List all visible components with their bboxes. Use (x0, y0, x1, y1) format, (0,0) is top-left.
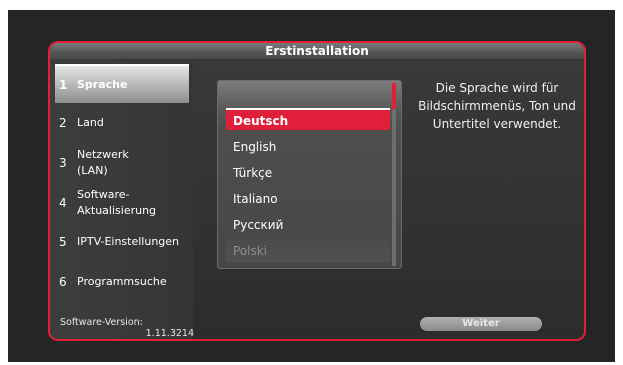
step-label: IPTV-Einstellungen (77, 235, 180, 248)
software-version: Software-Version: 1.11.3214 (60, 317, 198, 339)
step-land[interactable]: 2 Land (55, 113, 189, 133)
step-label: Programmsuche (77, 275, 167, 288)
help-text: Die Sprache wird für Bildschirmmenüs, To… (418, 81, 576, 131)
step-number: 1 (59, 77, 68, 92)
language-option-turkce[interactable]: Türkçe (226, 162, 390, 184)
step-number: 5 (59, 235, 67, 249)
step-number: 3 (59, 156, 67, 170)
list-scrollbar[interactable] (392, 83, 396, 266)
language-listbox[interactable]: Deutsch English Türkçe Italiano Русский … (217, 80, 402, 269)
language-option-italiano[interactable]: Italiano (226, 188, 390, 210)
step-label: Land (77, 116, 104, 129)
language-option-deutsch[interactable]: Deutsch (226, 108, 390, 130)
step-label: Software-Aktualisierung (77, 188, 157, 217)
setup-steps-sidebar: 1 Sprache 2 Land 3 Netzwerk (LAN) 4 Soft… (50, 59, 193, 339)
version-label: Software-Version: (60, 317, 143, 328)
list-scroll-thumb[interactable] (392, 83, 396, 109)
step-label: Sprache (77, 77, 128, 91)
step-number: 4 (59, 196, 67, 210)
step-number: 2 (59, 116, 67, 130)
language-option-russian[interactable]: Русский (226, 214, 390, 236)
list-top-shade (218, 81, 401, 107)
language-option-english[interactable]: English (226, 136, 390, 158)
step-netzwerk[interactable]: 3 Netzwerk (LAN) (55, 145, 189, 181)
step-number: 6 (59, 275, 67, 289)
step-sprache[interactable]: 1 Sprache (55, 64, 189, 103)
step-label: Netzwerk (LAN) (77, 148, 129, 177)
version-value: 1.11.3214 (145, 328, 194, 339)
language-option-polski[interactable]: Polski (226, 240, 390, 262)
setup-dialog: Erstinstallation 1 Sprache 2 Land 3 Netz… (48, 41, 586, 341)
step-software-aktualisierung[interactable]: 4 Software-Aktualisierung (55, 185, 189, 221)
next-button[interactable]: Weiter (420, 317, 542, 331)
dialog-title: Erstinstallation (50, 43, 584, 59)
step-iptv-einstellungen[interactable]: 5 IPTV-Einstellungen (55, 232, 189, 252)
step-programmsuche[interactable]: 6 Programmsuche (55, 272, 189, 292)
